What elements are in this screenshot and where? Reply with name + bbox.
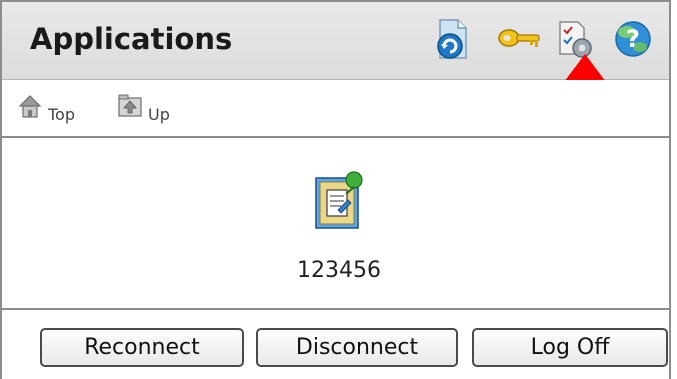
reconnect-button[interactable]: Reconnect: [40, 328, 244, 367]
nav-up-label: Up: [148, 105, 170, 124]
app-label[interactable]: 123456: [274, 258, 404, 283]
home-icon: [16, 92, 44, 124]
published-app-icon[interactable]: [314, 170, 364, 230]
help-icon[interactable]: ?: [610, 16, 656, 62]
applications-panel: 123456: [2, 138, 669, 308]
folder-up-icon: [116, 92, 144, 124]
breadcrumb-nav: Top Up: [2, 80, 669, 138]
nav-top-label: Top: [48, 105, 75, 124]
logoff-button[interactable]: Log Off: [472, 328, 668, 367]
disconnect-button[interactable]: Disconnect: [256, 328, 458, 367]
app-item[interactable]: 123456: [274, 170, 394, 295]
nav-top-link[interactable]: Top: [16, 94, 75, 124]
refresh-icon[interactable]: [430, 16, 470, 62]
key-icon[interactable]: [496, 16, 544, 62]
page-title: Applications: [30, 22, 233, 56]
svg-text:?: ?: [626, 25, 640, 53]
footer-bar: Reconnect Disconnect Log Off: [2, 308, 669, 379]
nav-up-link[interactable]: Up: [116, 94, 170, 124]
